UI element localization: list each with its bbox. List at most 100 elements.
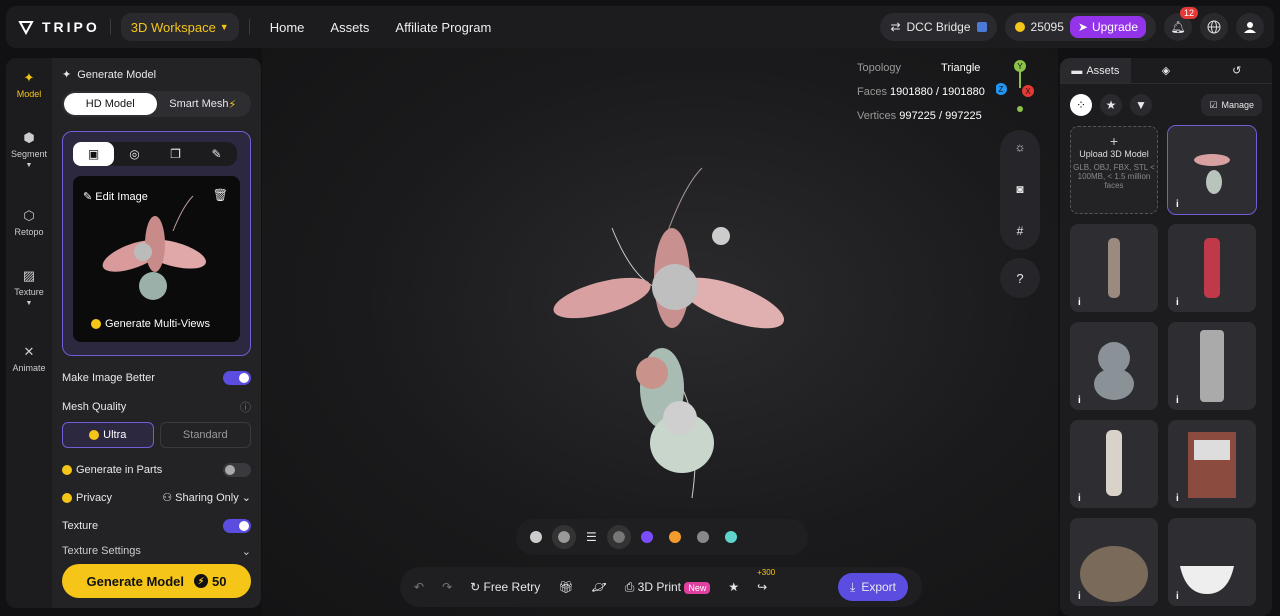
planet-icon[interactable]: 🪐︎ (591, 580, 606, 594)
asset-tile[interactable]: i (1168, 322, 1256, 410)
caret-down-icon: ▼ (219, 22, 229, 32)
redo-icon[interactable]: ↷ (442, 580, 452, 594)
flower-thumb (1194, 154, 1230, 194)
nav-affiliate[interactable]: Affiliate Program (395, 20, 491, 35)
rail-texture-label: Texture (14, 287, 44, 297)
grid-icon[interactable]: # (1000, 224, 1040, 238)
notifications-button[interactable]: 🔔︎ 12 (1164, 7, 1198, 41)
multi-image-tab[interactable]: ◎ (114, 142, 155, 166)
trash-icon[interactable]: 🗑︎ (213, 188, 228, 202)
rail-texture[interactable]: ▨ Texture ▼ (6, 268, 52, 307)
info-icon[interactable]: i (1176, 297, 1179, 308)
info-icon[interactable]: i (1176, 199, 1179, 210)
axis-x-label: X (1025, 87, 1031, 96)
info-icon[interactable]: i (1078, 297, 1081, 308)
asset-tile[interactable]: i (1070, 518, 1158, 606)
nav-home[interactable]: Home (270, 20, 305, 35)
smart-mesh-tab[interactable]: Smart Mesh ⚡︎ (157, 93, 250, 115)
generate-model-button[interactable]: Generate Model ⚡︎ 50 (62, 564, 251, 598)
free-retry-button[interactable]: ↻ Free Retry (470, 580, 540, 594)
manage-button[interactable]: ☑ Manage (1201, 94, 1262, 116)
camera-icon[interactable]: ◙ (1000, 182, 1040, 196)
sharing-dropdown[interactable]: ⚇ Sharing Only ⌄ (162, 491, 251, 504)
light-icon[interactable]: ☼ (1000, 140, 1040, 154)
tab-assets[interactable]: ▬ Assets (1060, 58, 1131, 83)
profile-button[interactable] (1236, 13, 1264, 41)
ultra-option[interactable]: Ultra (62, 422, 154, 448)
generate-panel: ✦ Generate Model HD Model Smart Mesh ⚡︎ ▣ … (52, 58, 261, 608)
undo-icon[interactable]: ↶ (414, 580, 424, 594)
knight-thumb (1106, 430, 1122, 496)
metal-material[interactable] (696, 531, 709, 543)
asset-tile[interactable]: i (1168, 420, 1256, 508)
help-label: ? (1016, 270, 1024, 286)
image-input-box: ▣ ◎ ❐ ✎ ✎ Edit Image 🗑︎ Generate Multi-V… (62, 131, 251, 356)
tripo-logo-icon (18, 21, 34, 35)
rail-animate[interactable]: ✕ Animate (6, 344, 52, 373)
asset-tile[interactable]: i (1168, 224, 1256, 312)
star-icon: ★ (1105, 98, 1117, 112)
parts-toggle[interactable] (223, 463, 251, 477)
logo[interactable]: TRIPO (18, 19, 100, 35)
print-button[interactable]: ⎙ 3D Print New (625, 580, 711, 595)
orange-material[interactable] (668, 531, 681, 543)
language-button[interactable] (1200, 13, 1228, 41)
edit-image-button[interactable]: ✎ Edit Image (83, 190, 148, 203)
gift-icon[interactable]: 🎁︎ (558, 580, 573, 594)
share-button[interactable]: ↪ +300 (757, 568, 775, 594)
rail-model[interactable]: ✦ Model (6, 70, 52, 99)
asset-tile[interactable]: i (1168, 518, 1256, 606)
hd-model-tab[interactable]: HD Model (64, 93, 157, 115)
asset-tile[interactable]: i (1167, 125, 1257, 215)
tab-layers[interactable]: ◈ (1131, 58, 1202, 83)
tab-history[interactable]: ↺ (1201, 58, 1272, 83)
sliders-icon[interactable]: ☰ (586, 530, 597, 544)
shaded-material[interactable] (552, 525, 576, 549)
rail-retopo[interactable]: ⬡ Retopo (6, 208, 52, 237)
make-better-toggle[interactable] (223, 371, 251, 385)
info-icon[interactable]: i (1078, 591, 1081, 602)
rail-segment[interactable]: ⬢ Segment ▼ (6, 130, 52, 169)
workspace-dropdown[interactable]: 3D Workspace ▼ (120, 13, 239, 41)
credits-pill[interactable]: 25095 ➤ Upgrade (1004, 13, 1156, 41)
normal-material[interactable] (640, 531, 653, 543)
upload-tile[interactable]: + Upload 3D Model GLB, OBJ, FBX, STL < 100… (1070, 126, 1158, 214)
text-tab[interactable]: ✎ (196, 142, 237, 166)
upgrade-button[interactable]: ➤ Upgrade (1069, 16, 1146, 38)
axis-z-label: Z (999, 85, 1004, 94)
favorites-button[interactable]: ★ (1100, 94, 1122, 116)
export-label: Export (861, 580, 896, 594)
standard-option[interactable]: Standard (159, 422, 251, 448)
asset-tile[interactable]: i (1070, 420, 1158, 508)
plus-icon: + (1109, 133, 1119, 149)
clay-material[interactable] (530, 531, 542, 543)
texture-toggle[interactable] (223, 519, 251, 533)
texture-settings-label[interactable]: Texture Settings (62, 545, 141, 557)
rocket-icon: ➤ (1077, 20, 1088, 34)
matte-material[interactable] (606, 525, 631, 549)
help-icon[interactable]: ⓘ (240, 399, 251, 415)
batch-tab[interactable]: ❐ (155, 142, 196, 166)
credits-value: 25095 (1030, 20, 1064, 34)
grid-view-button[interactable]: ⁘ (1070, 94, 1092, 116)
single-image-tab[interactable]: ▣ (73, 142, 114, 166)
star-icon[interactable]: ★ (728, 580, 739, 594)
info-icon[interactable]: i (1078, 395, 1081, 406)
folder-icon: ▬ (1071, 64, 1083, 77)
help-button[interactable]: ? (1000, 258, 1040, 298)
info-icon[interactable]: i (1078, 493, 1081, 504)
info-icon[interactable]: i (1176, 395, 1179, 406)
sharing-label: Sharing Only (175, 492, 239, 504)
figure-icon: ✕ (23, 344, 35, 359)
coin-icon (89, 430, 100, 440)
info-icon[interactable]: i (1176, 493, 1179, 504)
multi-views-button[interactable]: Generate Multi-Views (91, 318, 210, 330)
nav-assets[interactable]: Assets (330, 20, 369, 35)
asset-tile[interactable]: i (1070, 224, 1158, 312)
filter-button[interactable]: ▼ (1130, 94, 1152, 116)
export-button[interactable]: ⤓ Export (838, 573, 908, 601)
dcc-bridge-button[interactable]: ⇄ DCC Bridge (880, 13, 997, 41)
asset-tile[interactable]: i (1070, 322, 1158, 410)
cyan-material[interactable] (724, 531, 737, 543)
info-icon[interactable]: i (1176, 591, 1179, 602)
